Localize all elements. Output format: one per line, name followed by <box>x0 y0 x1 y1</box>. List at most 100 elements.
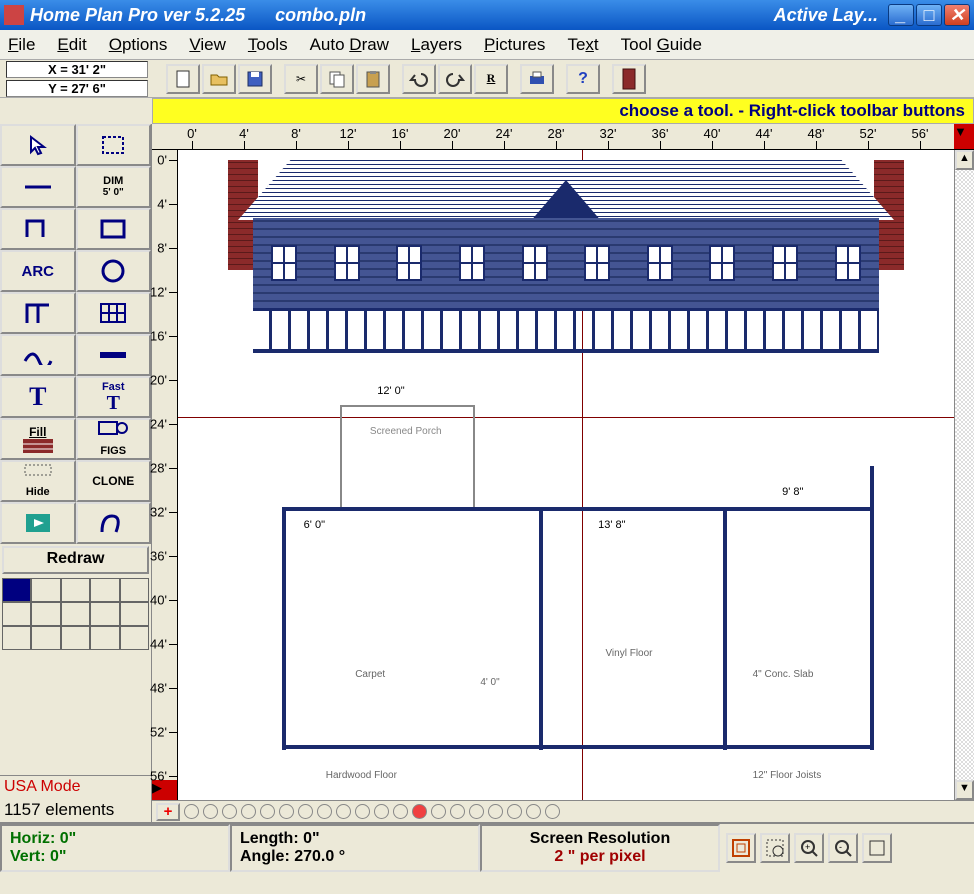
tool-fill[interactable]: Fill <box>0 418 76 460</box>
layer-tab-strip: + <box>152 800 974 822</box>
tool-wall[interactable] <box>0 292 76 334</box>
status-icon-tray: + - <box>720 824 898 872</box>
tool-pointer[interactable] <box>0 124 76 166</box>
tool-arc[interactable]: ARC <box>0 250 76 292</box>
zoom-window-icon[interactable] <box>760 833 790 863</box>
pan-icon[interactable] <box>862 833 892 863</box>
color-swatch[interactable] <box>2 626 31 650</box>
measurement-mode[interactable]: USA Mode <box>0 775 151 798</box>
tool-window[interactable] <box>76 292 152 334</box>
tool-hide[interactable]: Hide <box>0 460 76 502</box>
tool-fast-text[interactable]: FastT <box>76 376 152 418</box>
tool-line[interactable] <box>0 166 76 208</box>
scroll-up-button[interactable]: ▲ <box>955 150 974 170</box>
repeat-button[interactable]: R <box>474 64 508 94</box>
new-button[interactable] <box>166 64 200 94</box>
tool-clone[interactable]: CLONE <box>76 460 152 502</box>
layer-tab[interactable] <box>393 804 408 819</box>
vertical-scrollbar[interactable]: ▲ ▼ <box>954 150 974 800</box>
tool-curve[interactable] <box>0 334 76 376</box>
menu-layers[interactable]: Layers <box>411 35 462 55</box>
color-swatch[interactable] <box>120 602 149 626</box>
layer-tab[interactable] <box>526 804 541 819</box>
open-button[interactable] <box>202 64 236 94</box>
print-button[interactable] <box>520 64 554 94</box>
close-button[interactable]: ✕ <box>944 4 970 26</box>
paste-button[interactable] <box>356 64 390 94</box>
layer-tab[interactable] <box>222 804 237 819</box>
tool-thickline[interactable] <box>76 334 152 376</box>
menu-autodraw[interactable]: Auto Draw <box>310 35 389 55</box>
tool-rectangle[interactable] <box>76 208 152 250</box>
door-button[interactable] <box>612 64 646 94</box>
layer-tab[interactable] <box>431 804 446 819</box>
dimension-label: 13' 8" <box>598 519 625 531</box>
menu-file[interactable]: File <box>8 35 35 55</box>
color-swatch[interactable] <box>61 602 90 626</box>
color-swatch[interactable] <box>120 578 149 602</box>
save-button[interactable] <box>238 64 272 94</box>
tool-circle[interactable] <box>76 250 152 292</box>
color-swatch[interactable] <box>61 578 90 602</box>
tool-polyline[interactable] <box>0 208 76 250</box>
layer-tab[interactable] <box>279 804 294 819</box>
menu-pictures[interactable]: Pictures <box>484 35 545 55</box>
layer-tab[interactable] <box>355 804 370 819</box>
minimize-button[interactable]: _ <box>888 4 914 26</box>
color-swatch[interactable] <box>90 602 119 626</box>
color-swatch[interactable] <box>31 578 60 602</box>
layer-tab[interactable] <box>488 804 503 819</box>
menu-options[interactable]: Options <box>109 35 168 55</box>
zoom-in-icon[interactable]: + <box>794 833 824 863</box>
layer-tab[interactable] <box>184 804 199 819</box>
color-swatch[interactable] <box>90 578 119 602</box>
help-button[interactable]: ? <box>566 64 600 94</box>
menu-view[interactable]: View <box>189 35 226 55</box>
tool-freehand[interactable] <box>76 502 152 544</box>
zoom-out-icon[interactable]: - <box>828 833 858 863</box>
tool-select-rect[interactable] <box>76 124 152 166</box>
vertical-ruler[interactable]: ▶ 0'4'8'12'16'20'24'28'32'36'40'44'48'52… <box>152 150 178 800</box>
copy-button[interactable] <box>320 64 354 94</box>
color-swatch[interactable] <box>61 626 90 650</box>
menu-edit[interactable]: Edit <box>57 35 86 55</box>
layer-tab[interactable] <box>469 804 484 819</box>
layer-tab[interactable] <box>260 804 275 819</box>
scroll-down-button[interactable]: ▼ <box>955 780 974 800</box>
layer-tab-active[interactable] <box>412 804 427 819</box>
layer-tab[interactable] <box>203 804 218 819</box>
maximize-button[interactable]: □ <box>916 4 942 26</box>
ruler-end-arrow-icon[interactable]: ▼ <box>954 124 974 149</box>
layer-tab[interactable] <box>545 804 560 819</box>
layer-tab[interactable] <box>450 804 465 819</box>
cut-button[interactable]: ✂ <box>284 64 318 94</box>
tool-dimension[interactable]: DIM5' 0" <box>76 166 152 208</box>
horizontal-ruler[interactable]: /* ticks drawn below via JS */ ▼ 0'4'8'1… <box>152 124 974 150</box>
color-swatch[interactable] <box>120 626 149 650</box>
undo-button[interactable] <box>402 64 436 94</box>
tool-text[interactable]: T <box>0 376 76 418</box>
color-swatch[interactable] <box>2 602 31 626</box>
layer-tab[interactable] <box>374 804 389 819</box>
drawing-canvas[interactable]: Screened Porch 12' 0" 6' 0" 13' 8" 9' 8"… <box>178 150 954 800</box>
layer-tab[interactable] <box>336 804 351 819</box>
layer-tab[interactable] <box>298 804 313 819</box>
svg-text:+: + <box>805 842 810 852</box>
redo-button[interactable] <box>438 64 472 94</box>
tool-screen[interactable] <box>0 502 76 544</box>
color-swatch[interactable] <box>31 602 60 626</box>
zoom-fit-icon[interactable] <box>726 833 756 863</box>
layer-tab[interactable] <box>241 804 256 819</box>
add-layer-button[interactable]: + <box>156 803 180 821</box>
layer-tab[interactable] <box>507 804 522 819</box>
color-swatch[interactable] <box>90 626 119 650</box>
redraw-button[interactable]: Redraw <box>2 546 149 574</box>
color-swatch[interactable] <box>31 626 60 650</box>
layer-tab[interactable] <box>317 804 332 819</box>
tool-figures[interactable]: FIGS <box>76 418 152 460</box>
room-label: Screened Porch <box>370 426 442 437</box>
menu-text[interactable]: Text <box>567 35 598 55</box>
menu-toolguide[interactable]: Tool Guide <box>621 35 702 55</box>
color-swatch[interactable] <box>2 578 31 602</box>
menu-tools[interactable]: Tools <box>248 35 288 55</box>
